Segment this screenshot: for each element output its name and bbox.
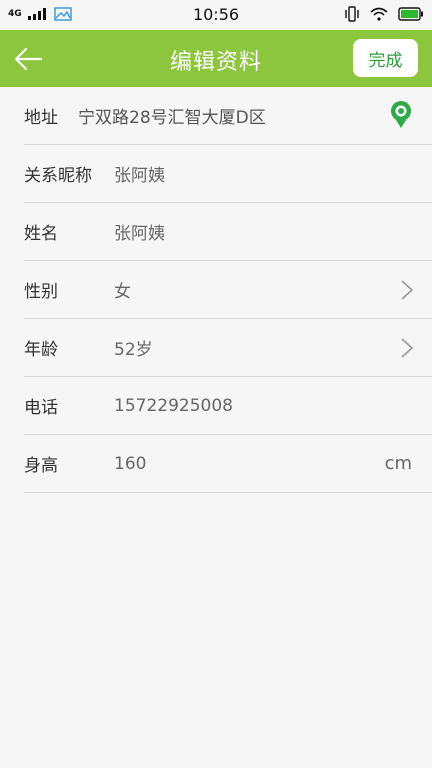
age-row[interactable]: 年龄 52岁 bbox=[24, 319, 432, 377]
name-label: 姓名 bbox=[24, 224, 58, 244]
profile-form: 地址 宁双路28号汇智大厦D区 关系昵称 张阿姨 姓名 张阿姨 性别 女 年龄 … bbox=[0, 87, 432, 493]
phone-row[interactable]: 电话 15722925008 bbox=[24, 377, 432, 435]
chevron-right-icon bbox=[401, 280, 414, 300]
done-button[interactable]: 完成 bbox=[353, 39, 418, 77]
app-header: 编辑资料 完成 bbox=[0, 30, 432, 87]
address-row[interactable]: 地址 宁双路28号汇智大厦D区 bbox=[24, 87, 432, 145]
location-pin-icon[interactable] bbox=[388, 100, 414, 130]
battery-icon bbox=[398, 7, 423, 21]
status-right bbox=[344, 6, 424, 22]
name-value[interactable]: 张阿姨 bbox=[114, 219, 165, 244]
gender-value: 女 bbox=[114, 282, 131, 302]
nickname-row[interactable]: 关系昵称 张阿姨 bbox=[24, 145, 432, 203]
chevron-right-icon bbox=[401, 338, 414, 358]
height-value[interactable]: 160 bbox=[114, 454, 146, 474]
phone-label: 电话 bbox=[24, 398, 58, 418]
name-row[interactable]: 姓名 张阿姨 bbox=[24, 203, 432, 261]
height-unit: cm bbox=[384, 453, 412, 474]
gender-row[interactable]: 性别 女 bbox=[24, 261, 432, 319]
address-label: 地址 bbox=[24, 108, 58, 128]
nickname-label: 关系昵称 bbox=[24, 166, 92, 186]
nickname-value[interactable]: 张阿姨 bbox=[114, 161, 165, 186]
address-value: 宁双路28号汇智大厦D区 bbox=[78, 108, 266, 128]
wifi-icon bbox=[370, 7, 388, 21]
status-bar: 4G 10:56 bbox=[0, 0, 432, 30]
phone-value[interactable]: 15722925008 bbox=[114, 396, 233, 416]
height-label: 身高 bbox=[24, 456, 58, 476]
age-label: 年龄 bbox=[24, 340, 58, 360]
age-value: 52岁 bbox=[114, 340, 153, 360]
height-row[interactable]: 身高 160 cm bbox=[24, 435, 432, 493]
gender-label: 性别 bbox=[24, 282, 58, 302]
vibrate-icon bbox=[345, 6, 359, 22]
